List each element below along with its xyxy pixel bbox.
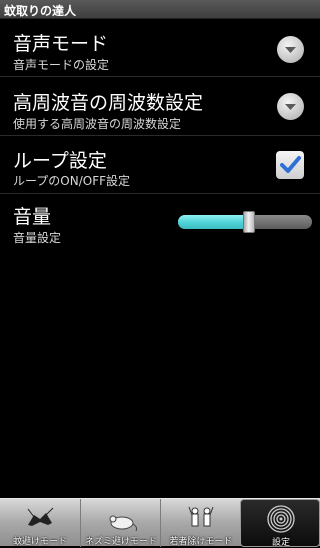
tab-settings[interactable]: 設定	[240, 499, 320, 548]
volume-slider[interactable]	[178, 211, 312, 233]
tab-youth-mode[interactable]: 若者除けモード	[160, 499, 240, 547]
tab-mosquito-mode-label: 蚊避けモード	[12, 537, 67, 547]
pref-frequency[interactable]: 高周波音の周波数設定 使用する高周波音の周波数設定	[0, 78, 320, 136]
loop-checkbox[interactable]	[276, 151, 304, 179]
tab-youth-mode-label: 若者除けモード	[169, 537, 233, 547]
tab-settings-label: 設定	[271, 538, 290, 548]
tab-mosquito-mode[interactable]: 蚊避けモード	[0, 499, 80, 547]
pref-volume-summary: 音量設定	[13, 231, 62, 245]
pref-frequency-title: 高周波音の周波数設定	[13, 92, 204, 114]
chevron-down-icon	[285, 47, 296, 53]
checkmark-icon	[280, 156, 301, 173]
pref-loop[interactable]: ループ設定 ループのON/OFF設定	[0, 137, 320, 194]
title-bar: 蚊取りの達人	[0, 0, 320, 19]
chevron-down-icon	[285, 104, 296, 110]
bottom-tab-bar: 蚊避けモード ネズミ避けモード 若者除けモード 設定	[0, 498, 320, 548]
pref-loop-summary: ループのON/OFF設定	[13, 174, 130, 188]
tab-mouse-mode-label: ネズミ避けモード	[84, 537, 157, 547]
youth-icon	[188, 506, 214, 527]
settings-spiral-icon	[267, 505, 295, 533]
pref-voice-mode[interactable]: 音声モード 音声モードの設定	[0, 19, 320, 77]
volume-slider-thumb[interactable]	[243, 211, 255, 233]
voice-mode-dropdown-button[interactable]	[277, 36, 304, 63]
pref-voice-mode-title: 音声モード	[13, 33, 109, 55]
volume-slider-fill	[178, 215, 249, 229]
mouse-icon	[109, 515, 138, 532]
pref-voice-mode-summary: 音声モードの設定	[13, 58, 110, 72]
pref-volume-title: 音量	[13, 206, 52, 228]
tab-mouse-mode[interactable]: ネズミ避けモード	[80, 499, 160, 547]
mosquito-icon	[27, 507, 54, 526]
pref-loop-title: ループ設定	[13, 150, 107, 172]
pref-frequency-summary: 使用する高周波音の周波数設定	[13, 117, 182, 131]
app-title: 蚊取りの達人	[4, 4, 77, 18]
frequency-dropdown-button[interactable]	[277, 93, 304, 120]
